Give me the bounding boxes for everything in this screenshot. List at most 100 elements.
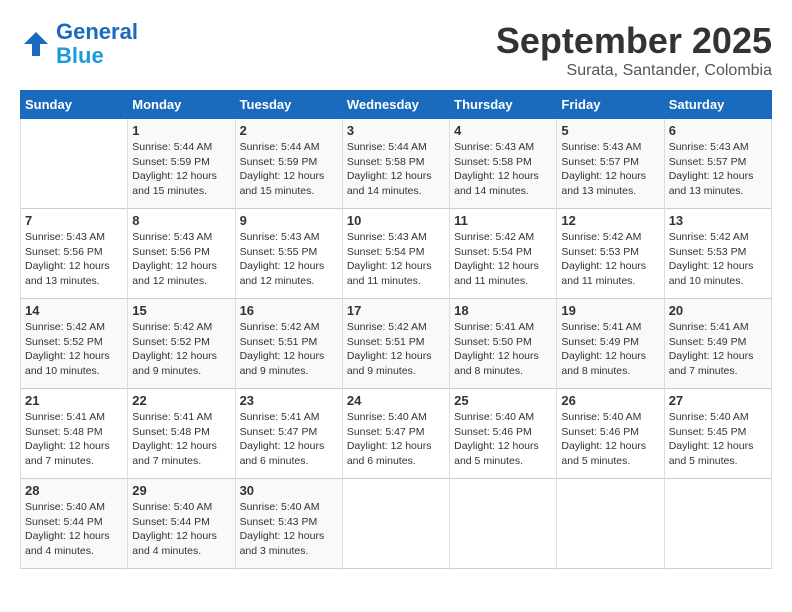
day-info: Sunrise: 5:42 AM Sunset: 5:53 PM Dayligh…	[669, 230, 767, 289]
calendar-week-row: 21 Sunrise: 5:41 AM Sunset: 5:48 PM Dayli…	[21, 389, 772, 479]
day-number: 22	[132, 393, 230, 408]
day-info: Sunrise: 5:43 AM Sunset: 5:56 PM Dayligh…	[132, 230, 230, 289]
calendar-cell: 17 Sunrise: 5:42 AM Sunset: 5:51 PM Dayli…	[342, 299, 449, 389]
day-info: Sunrise: 5:40 AM Sunset: 5:43 PM Dayligh…	[240, 500, 338, 559]
day-info: Sunrise: 5:41 AM Sunset: 5:48 PM Dayligh…	[132, 410, 230, 469]
calendar-cell: 20Sunrise: 5:41 AM Sunset: 5:49 PM Dayli…	[664, 299, 771, 389]
calendar-cell: 19 Sunrise: 5:41 AM Sunset: 5:49 PM Dayli…	[557, 299, 664, 389]
calendar-cell: 11 Sunrise: 5:42 AM Sunset: 5:54 PM Dayli…	[450, 209, 557, 299]
logo: General Blue	[20, 20, 138, 68]
day-info: Sunrise: 5:41 AM Sunset: 5:49 PM Dayligh…	[561, 320, 659, 379]
day-info: Sunrise: 5:40 AM Sunset: 5:46 PM Dayligh…	[561, 410, 659, 469]
calendar-cell: 3 Sunrise: 5:44 AM Sunset: 5:58 PM Daylig…	[342, 119, 449, 209]
calendar-table: SundayMondayTuesdayWednesdayThursdayFrid…	[20, 90, 772, 569]
day-number: 14	[25, 303, 123, 318]
day-number: 7	[25, 213, 123, 228]
day-number: 24	[347, 393, 445, 408]
calendar-cell: 29 Sunrise: 5:40 AM Sunset: 5:44 PM Dayli…	[128, 479, 235, 569]
weekday-header-sunday: Sunday	[21, 91, 128, 119]
day-number: 28	[25, 483, 123, 498]
day-number: 10	[347, 213, 445, 228]
calendar-cell: 27Sunrise: 5:40 AM Sunset: 5:45 PM Dayli…	[664, 389, 771, 479]
calendar-cell: 25Sunrise: 5:40 AM Sunset: 5:46 PM Dayli…	[450, 389, 557, 479]
calendar-cell: 23Sunrise: 5:41 AM Sunset: 5:47 PM Dayli…	[235, 389, 342, 479]
weekday-header-row: SundayMondayTuesdayWednesdayThursdayFrid…	[21, 91, 772, 119]
calendar-week-row: 7 Sunrise: 5:43 AM Sunset: 5:56 PM Daylig…	[21, 209, 772, 299]
day-info: Sunrise: 5:43 AM Sunset: 5:54 PM Dayligh…	[347, 230, 445, 289]
location: Surata, Santander, Colombia	[496, 62, 772, 80]
weekday-header-saturday: Saturday	[664, 91, 771, 119]
day-number: 21	[25, 393, 123, 408]
day-number: 26	[561, 393, 659, 408]
calendar-cell	[664, 479, 771, 569]
day-info: Sunrise: 5:41 AM Sunset: 5:47 PM Dayligh…	[240, 410, 338, 469]
day-number: 5	[561, 123, 659, 138]
calendar-cell	[21, 119, 128, 209]
day-info: Sunrise: 5:40 AM Sunset: 5:45 PM Dayligh…	[669, 410, 767, 469]
weekday-header-thursday: Thursday	[450, 91, 557, 119]
calendar-cell: 4Sunrise: 5:43 AM Sunset: 5:58 PM Daylig…	[450, 119, 557, 209]
day-number: 3	[347, 123, 445, 138]
page-header: General Blue September 2025 Surata, Sant…	[20, 20, 772, 80]
day-info: Sunrise: 5:40 AM Sunset: 5:46 PM Dayligh…	[454, 410, 552, 469]
day-info: Sunrise: 5:40 AM Sunset: 5:47 PM Dayligh…	[347, 410, 445, 469]
day-number: 11	[454, 213, 552, 228]
calendar-cell: 21 Sunrise: 5:41 AM Sunset: 5:48 PM Dayli…	[21, 389, 128, 479]
day-info: Sunrise: 5:41 AM Sunset: 5:50 PM Dayligh…	[454, 320, 552, 379]
calendar-cell: 8 Sunrise: 5:43 AM Sunset: 5:56 PM Daylig…	[128, 209, 235, 299]
title-area: September 2025 Surata, Santander, Colomb…	[496, 20, 772, 80]
calendar-week-row: 1Sunrise: 5:44 AM Sunset: 5:59 PM Daylig…	[21, 119, 772, 209]
day-info: Sunrise: 5:42 AM Sunset: 5:54 PM Dayligh…	[454, 230, 552, 289]
day-info: Sunrise: 5:42 AM Sunset: 5:51 PM Dayligh…	[347, 320, 445, 379]
day-number: 2	[240, 123, 338, 138]
day-info: Sunrise: 5:43 AM Sunset: 5:57 PM Dayligh…	[669, 140, 767, 199]
calendar-cell: 26 Sunrise: 5:40 AM Sunset: 5:46 PM Dayli…	[557, 389, 664, 479]
day-number: 18	[454, 303, 552, 318]
calendar-cell: 13 Sunrise: 5:42 AM Sunset: 5:53 PM Dayli…	[664, 209, 771, 299]
calendar-week-row: 28 Sunrise: 5:40 AM Sunset: 5:44 PM Dayli…	[21, 479, 772, 569]
weekday-header-wednesday: Wednesday	[342, 91, 449, 119]
weekday-header-monday: Monday	[128, 91, 235, 119]
day-info: Sunrise: 5:42 AM Sunset: 5:53 PM Dayligh…	[561, 230, 659, 289]
calendar-cell: 30Sunrise: 5:40 AM Sunset: 5:43 PM Dayli…	[235, 479, 342, 569]
day-number: 19	[561, 303, 659, 318]
logo-text: General Blue	[56, 20, 138, 68]
day-number: 12	[561, 213, 659, 228]
calendar-cell: 6 Sunrise: 5:43 AM Sunset: 5:57 PM Daylig…	[664, 119, 771, 209]
calendar-cell: 16Sunrise: 5:42 AM Sunset: 5:51 PM Dayli…	[235, 299, 342, 389]
calendar-cell: 2 Sunrise: 5:44 AM Sunset: 5:59 PM Daylig…	[235, 119, 342, 209]
calendar-cell: 7 Sunrise: 5:43 AM Sunset: 5:56 PM Daylig…	[21, 209, 128, 299]
calendar-cell: 5 Sunrise: 5:43 AM Sunset: 5:57 PM Daylig…	[557, 119, 664, 209]
day-number: 13	[669, 213, 767, 228]
calendar-cell: 12 Sunrise: 5:42 AM Sunset: 5:53 PM Dayli…	[557, 209, 664, 299]
logo-line1: General	[56, 19, 138, 44]
calendar-cell: 1Sunrise: 5:44 AM Sunset: 5:59 PM Daylig…	[128, 119, 235, 209]
weekday-header-tuesday: Tuesday	[235, 91, 342, 119]
day-number: 9	[240, 213, 338, 228]
day-info: Sunrise: 5:40 AM Sunset: 5:44 PM Dayligh…	[25, 500, 123, 559]
day-number: 16	[240, 303, 338, 318]
calendar-week-row: 14 Sunrise: 5:42 AM Sunset: 5:52 PM Dayli…	[21, 299, 772, 389]
calendar-cell	[342, 479, 449, 569]
day-info: Sunrise: 5:43 AM Sunset: 5:55 PM Dayligh…	[240, 230, 338, 289]
month-title: September 2025	[496, 20, 772, 62]
calendar-cell: 10 Sunrise: 5:43 AM Sunset: 5:54 PM Dayli…	[342, 209, 449, 299]
day-info: Sunrise: 5:44 AM Sunset: 5:58 PM Dayligh…	[347, 140, 445, 199]
day-info: Sunrise: 5:44 AM Sunset: 5:59 PM Dayligh…	[132, 140, 230, 199]
calendar-cell: 9 Sunrise: 5:43 AM Sunset: 5:55 PM Daylig…	[235, 209, 342, 299]
day-info: Sunrise: 5:43 AM Sunset: 5:56 PM Dayligh…	[25, 230, 123, 289]
day-info: Sunrise: 5:43 AM Sunset: 5:57 PM Dayligh…	[561, 140, 659, 199]
day-number: 29	[132, 483, 230, 498]
day-number: 8	[132, 213, 230, 228]
day-info: Sunrise: 5:44 AM Sunset: 5:59 PM Dayligh…	[240, 140, 338, 199]
calendar-cell: 15Sunrise: 5:42 AM Sunset: 5:52 PM Dayli…	[128, 299, 235, 389]
day-info: Sunrise: 5:40 AM Sunset: 5:44 PM Dayligh…	[132, 500, 230, 559]
calendar-cell: 22 Sunrise: 5:41 AM Sunset: 5:48 PM Dayli…	[128, 389, 235, 479]
weekday-header-friday: Friday	[557, 91, 664, 119]
day-number: 17	[347, 303, 445, 318]
day-number: 6	[669, 123, 767, 138]
calendar-cell: 24 Sunrise: 5:40 AM Sunset: 5:47 PM Dayli…	[342, 389, 449, 479]
calendar-cell: 14 Sunrise: 5:42 AM Sunset: 5:52 PM Dayli…	[21, 299, 128, 389]
day-info: Sunrise: 5:42 AM Sunset: 5:52 PM Dayligh…	[25, 320, 123, 379]
day-info: Sunrise: 5:41 AM Sunset: 5:48 PM Dayligh…	[25, 410, 123, 469]
